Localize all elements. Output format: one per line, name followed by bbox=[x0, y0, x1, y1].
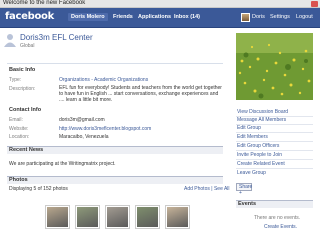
group-cover-image[interactable] bbox=[236, 33, 313, 100]
photo-image bbox=[77, 207, 98, 227]
basic-info-heading: Basic Info bbox=[9, 67, 36, 73]
photo-image bbox=[167, 207, 188, 227]
share-button[interactable]: Share + bbox=[236, 183, 252, 196]
photos-count: Displaying 5 of 152 photos bbox=[9, 186, 68, 192]
photo-image bbox=[47, 207, 68, 227]
location-value: Maracaibo, Venezuela bbox=[59, 134, 109, 140]
cover-flowers-image bbox=[236, 33, 313, 100]
nav-profile-name[interactable]: Doris bbox=[252, 14, 265, 20]
description-label: Description: bbox=[9, 86, 36, 92]
action-divider bbox=[236, 150, 313, 151]
page: Welcome to the new Facebook facebook Dor… bbox=[0, 0, 320, 241]
window-title: Welcome to the new Facebook bbox=[3, 0, 86, 6]
edit-members-link[interactable]: Edit Members bbox=[237, 134, 268, 140]
website-link[interactable]: http://www.doris3meflcenter.blogspot.com bbox=[59, 126, 151, 132]
create-events-link[interactable]: Create Events. bbox=[264, 224, 297, 230]
location-label: Location: bbox=[9, 134, 30, 140]
nav-applications[interactable]: Applications bbox=[138, 14, 171, 20]
window-title-bar: Welcome to the new Facebook bbox=[0, 0, 320, 8]
edit-group-link[interactable]: Edit Group bbox=[237, 125, 261, 131]
group-network: Global bbox=[20, 43, 35, 49]
photo-image bbox=[137, 207, 158, 227]
website-label: Website: bbox=[9, 126, 29, 132]
description-value: EFL fun for everybody! Students and teac… bbox=[59, 85, 222, 103]
action-divider bbox=[236, 159, 313, 160]
events-header: Events bbox=[236, 200, 313, 208]
photo-thumbnail[interactable] bbox=[75, 205, 100, 229]
see-all-photos-link[interactable]: See All bbox=[214, 186, 230, 192]
type-value-link[interactable]: Organizations - Academic Organizations bbox=[59, 77, 148, 83]
group-icon bbox=[3, 33, 17, 48]
action-divider bbox=[236, 132, 313, 133]
user-avatar-thumbnail[interactable] bbox=[241, 13, 250, 22]
window-close-icon[interactable] bbox=[311, 1, 318, 7]
email-label: Email: bbox=[9, 117, 23, 123]
photos-actions: Add Photos | See All bbox=[184, 186, 230, 192]
photo-thumbnail[interactable] bbox=[45, 205, 70, 229]
nav-user-profile[interactable]: Doris Molero bbox=[68, 13, 108, 21]
add-photos-link[interactable]: Add Photos bbox=[184, 186, 210, 192]
section-divider bbox=[7, 63, 223, 64]
action-divider bbox=[236, 141, 313, 142]
group-name: Doris3m EFL Center bbox=[20, 33, 93, 42]
photo-thumbnail[interactable] bbox=[135, 205, 160, 229]
type-label: Type: bbox=[9, 77, 22, 83]
contact-info-heading: Contact Info bbox=[9, 107, 42, 113]
nav-inbox[interactable]: Inbox (14) bbox=[174, 14, 200, 20]
message-all-members-link[interactable]: Message All Members bbox=[237, 117, 286, 123]
photos-header: Photos bbox=[7, 176, 223, 184]
top-navigation-bar: facebook Doris Molero Friends Applicatio… bbox=[0, 8, 320, 28]
edit-group-officers-link[interactable]: Edit Group Officers bbox=[237, 143, 279, 149]
facebook-logo[interactable]: facebook bbox=[5, 11, 54, 22]
recent-news-header: Recent News bbox=[7, 146, 223, 154]
nav-settings[interactable]: Settings bbox=[270, 14, 290, 20]
create-related-event-link[interactable]: Create Related Event bbox=[237, 161, 285, 167]
photo-thumbnail[interactable] bbox=[165, 205, 190, 229]
nav-logout[interactable]: Logout bbox=[296, 14, 313, 20]
photo-image bbox=[107, 207, 128, 227]
events-empty-text: There are no events. bbox=[254, 215, 301, 221]
leave-group-link[interactable]: Leave Group bbox=[237, 170, 266, 176]
view-discussion-board-link[interactable]: View Discussion Board bbox=[237, 109, 288, 115]
email-value: doris3m@gmail.com bbox=[59, 117, 105, 123]
action-divider bbox=[236, 168, 313, 169]
nav-friends[interactable]: Friends bbox=[113, 14, 133, 20]
invite-people-link[interactable]: Invite People to Join bbox=[237, 152, 282, 158]
recent-news-text: We are participating at the Writingmatri… bbox=[9, 161, 116, 167]
photo-thumbnail[interactable] bbox=[105, 205, 130, 229]
photos-link-separator: | bbox=[211, 186, 213, 192]
